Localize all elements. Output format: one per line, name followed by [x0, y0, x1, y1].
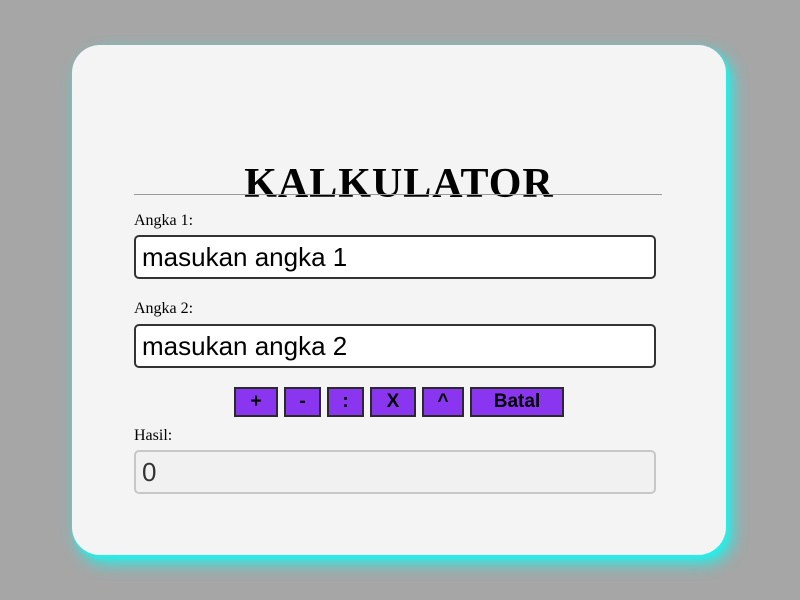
divide-button[interactable]: : [327, 387, 364, 417]
hasil-output [134, 450, 656, 494]
hasil-label: Hasil: [134, 427, 173, 444]
multiply-button[interactable]: X [370, 387, 416, 417]
angka1-input[interactable] [134, 235, 656, 279]
cancel-button[interactable]: Batal [470, 387, 564, 417]
angka2-label: Angka 2: [134, 300, 194, 317]
calculator-card: KALKULATOR Angka 1: Angka 2: + - : X ^ B… [72, 45, 726, 555]
title-divider [134, 194, 662, 195]
add-button[interactable]: + [234, 387, 278, 417]
angka2-input[interactable] [134, 324, 656, 368]
page-title: KALKULATOR [244, 161, 554, 207]
power-button[interactable]: ^ [422, 387, 464, 417]
subtract-button[interactable]: - [284, 387, 321, 417]
operator-button-group: + - : X ^ Batal [72, 387, 726, 417]
angka1-label: Angka 1: [134, 212, 194, 229]
